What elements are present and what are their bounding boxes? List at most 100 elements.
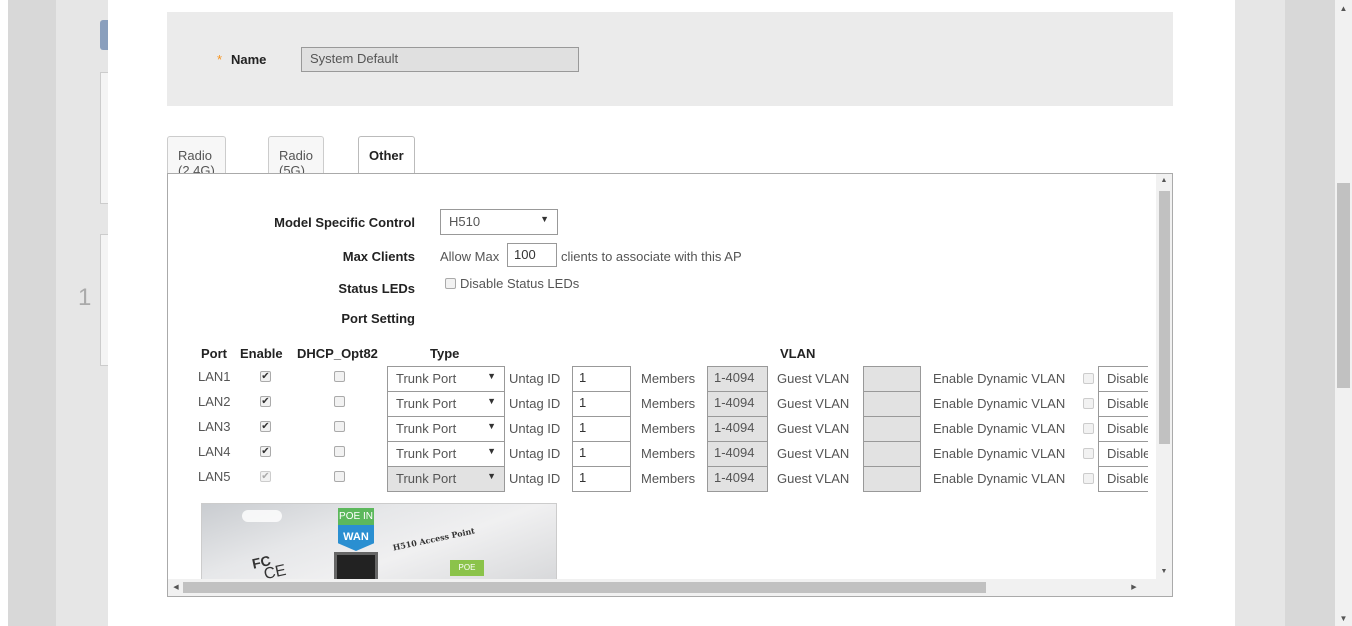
dynamic-vlan-checkbox[interactable] <box>1083 373 1094 384</box>
enable-column-header: Enable <box>240 346 283 361</box>
members-label: Members <box>641 371 696 386</box>
name-input[interactable]: System Default <box>301 47 579 72</box>
dhcp-opt82-checkbox[interactable] <box>334 446 345 457</box>
step-number: 1 <box>78 284 92 311</box>
disable-status-leds-checkbox[interactable] <box>445 278 456 289</box>
required-marker: * <box>217 52 223 67</box>
untag-id-label: Untag ID <box>509 371 561 386</box>
max-clients-input[interactable]: 100 <box>507 243 557 267</box>
enable-dynamic-vlan-label: Enable Dynamic VLAN <box>933 396 1066 411</box>
dynamic-vlan-checkbox[interactable] <box>1083 448 1094 459</box>
chevron-down-icon: ▼ <box>487 471 496 481</box>
device-port-image: POE IN WAN H510 Access Point POE OUT FC … <box>201 503 557 579</box>
tab-radio-5g[interactable]: Radio (5G) <box>268 136 324 178</box>
untag-id-input[interactable]: 1 <box>572 366 631 392</box>
max-clients-label: Max Clients <box>342 249 415 264</box>
members-input: 1-4094 <box>707 441 768 467</box>
scroll-left-icon[interactable]: ◀ <box>168 579 184 596</box>
members-input: 1-4094 <box>707 391 768 417</box>
untag-id-label: Untag ID <box>509 421 561 436</box>
members-label: Members <box>641 446 696 461</box>
model-select[interactable]: H510 ▼ <box>440 209 558 235</box>
other-tab-panel: Model Specific Control H510 ▼ Max Client… <box>167 173 1173 597</box>
members-label: Members <box>641 421 696 436</box>
dynamic-vlan-checkbox[interactable] <box>1083 473 1094 484</box>
port-enable-checkbox[interactable]: ✔ <box>260 446 271 457</box>
port-name: LAN3 <box>198 419 231 434</box>
dhcp-opt82-checkbox[interactable] <box>334 471 345 482</box>
scroll-up-icon[interactable]: ▲ <box>1156 174 1172 188</box>
ethernet-port-icon <box>334 552 378 579</box>
members-label: Members <box>641 471 696 486</box>
dhcp-opt82-checkbox[interactable] <box>334 396 345 407</box>
port-auth-select[interactable]: Disable <box>1098 366 1148 392</box>
guest-vlan-label: Guest VLAN <box>777 371 850 386</box>
port-enable-checkbox: ✔ <box>260 471 271 482</box>
dhcp-opt82-checkbox[interactable] <box>334 371 345 382</box>
scroll-down-icon[interactable]: ▼ <box>1335 612 1352 626</box>
left-backdrop <box>8 0 56 626</box>
panel-horizontal-thumb[interactable] <box>183 582 986 593</box>
type-column-header: Type <box>430 346 460 361</box>
dynamic-vlan-checkbox[interactable] <box>1083 423 1094 434</box>
port-name: LAN2 <box>198 394 231 409</box>
status-leds-label: Status LEDs <box>338 281 415 296</box>
guest-vlan-input <box>863 366 921 392</box>
port-auth-select[interactable]: Disable <box>1098 391 1148 417</box>
port-type-select[interactable]: Trunk Port ▼ <box>387 416 505 442</box>
port-type-value: Trunk Port <box>396 371 457 386</box>
untag-id-input[interactable]: 1 <box>572 466 631 492</box>
guest-vlan-input <box>863 466 921 492</box>
right-backdrop-outer <box>1285 0 1335 626</box>
guest-vlan-label: Guest VLAN <box>777 471 850 486</box>
port-type-value: Trunk Port <box>396 446 457 461</box>
guest-vlan-input <box>863 391 921 417</box>
model-control-label: Model Specific Control <box>274 215 415 230</box>
untag-id-input[interactable]: 1 <box>572 391 631 417</box>
port-name: LAN4 <box>198 444 231 459</box>
port-auth-select[interactable]: Disable <box>1098 466 1148 492</box>
chevron-down-icon: ▼ <box>487 446 496 456</box>
port-auth-value: Disable <box>1107 446 1148 461</box>
panel-vertical-scrollbar[interactable]: ▲ ▼ <box>1156 174 1172 579</box>
vlan-column-header: VLAN <box>780 346 816 361</box>
port-auth-select[interactable]: Disable <box>1098 416 1148 442</box>
max-clients-prefix: Allow Max <box>440 249 500 264</box>
scroll-down-icon[interactable]: ▼ <box>1156 565 1172 579</box>
guest-vlan-label: Guest VLAN <box>777 446 850 461</box>
name-label: Name <box>231 52 267 67</box>
panel-horizontal-scrollbar[interactable]: ◀ ▶ <box>168 579 1172 596</box>
page-scrollbar-thumb[interactable] <box>1337 183 1350 388</box>
members-input: 1-4094 <box>707 366 768 392</box>
page-scrollbar[interactable]: ▲ ▼ <box>1335 0 1352 626</box>
dhcp-opt82-checkbox[interactable] <box>334 421 345 432</box>
port-type-select[interactable]: Trunk Port ▼ <box>387 366 505 392</box>
chevron-down-icon: ▼ <box>487 421 496 431</box>
enable-dynamic-vlan-label: Enable Dynamic VLAN <box>933 371 1066 386</box>
chevron-down-icon: ▼ <box>487 371 496 381</box>
port-enable-checkbox[interactable]: ✔ <box>260 421 271 432</box>
port-enable-checkbox[interactable]: ✔ <box>260 371 271 382</box>
untag-id-input[interactable]: 1 <box>572 441 631 467</box>
dynamic-vlan-checkbox[interactable] <box>1083 398 1094 409</box>
right-backdrop <box>1235 0 1285 626</box>
tab-other[interactable]: Other <box>358 136 415 175</box>
dhcp-column-header: DHCP_Opt82 <box>297 346 378 361</box>
untag-id-input[interactable]: 1 <box>572 416 631 442</box>
scroll-up-icon[interactable]: ▲ <box>1335 2 1352 16</box>
port-type-value: Trunk Port <box>396 471 457 486</box>
members-input: 1-4094 <box>707 416 768 442</box>
untag-id-label: Untag ID <box>509 396 561 411</box>
port-name: LAN5 <box>198 469 231 484</box>
port-type-select[interactable]: Trunk Port ▼ <box>387 391 505 417</box>
port-setting-label: Port Setting <box>341 311 415 326</box>
panel-vertical-thumb[interactable] <box>1159 191 1170 444</box>
chevron-down-icon: ▼ <box>540 214 549 224</box>
port-auth-select[interactable]: Disable <box>1098 441 1148 467</box>
port-enable-checkbox[interactable]: ✔ <box>260 396 271 407</box>
tab-radio-2-4g[interactable]: Radio (2.4G) <box>167 136 226 178</box>
port-column-header: Port <box>201 346 227 361</box>
port-type-select[interactable]: Trunk Port ▼ <box>387 441 505 467</box>
members-input: 1-4094 <box>707 466 768 492</box>
scroll-right-icon[interactable]: ▶ <box>1126 579 1142 596</box>
